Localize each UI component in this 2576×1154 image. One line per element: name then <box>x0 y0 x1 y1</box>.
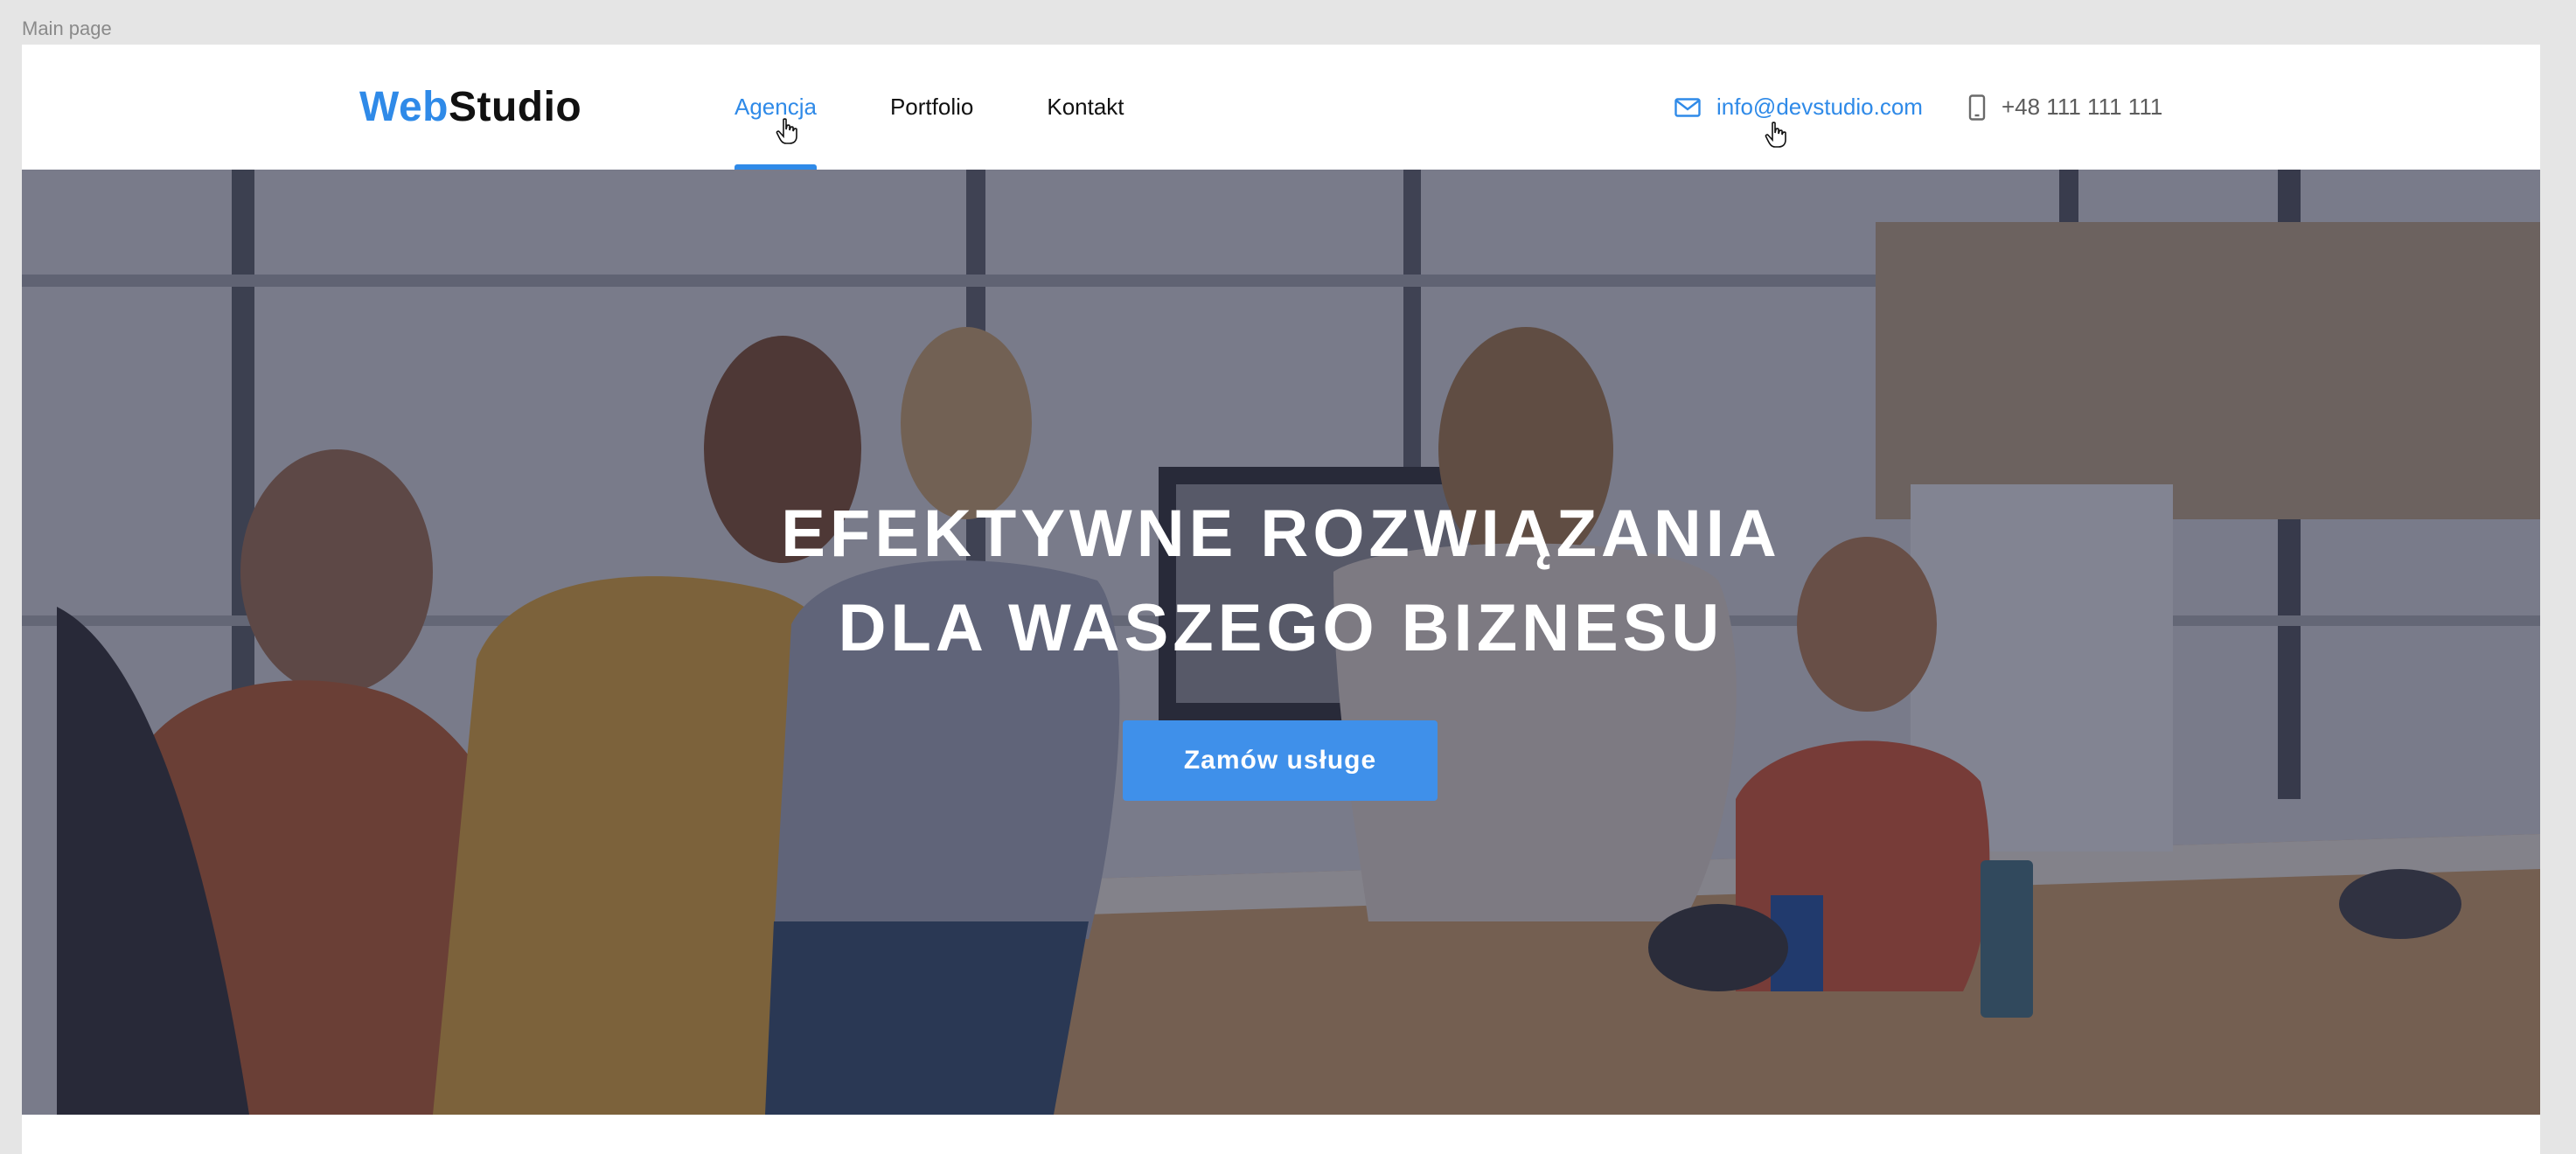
email-text: info@devstudio.com <box>1716 94 1923 120</box>
logo[interactable]: WebStudio <box>359 83 581 132</box>
phone-text: +48 111 111 111 <box>2001 94 2163 120</box>
frame-label: Main page <box>22 17 112 39</box>
hero-title-line1: EFEKTYWNE ROZWIĄZANIA <box>781 497 1781 571</box>
site-header: WebStudio Agencja Portfolio Kontakt info… <box>22 45 2540 170</box>
phone-link[interactable]: +48 111 111 111 <box>1968 94 2162 121</box>
hero-section: EFEKTYWNE ROZWIĄZANIA DLA WASZEGO BIZNES… <box>22 170 2540 1115</box>
logo-part-web: Web <box>359 84 449 130</box>
main-nav: Agencja Portfolio Kontakt <box>735 45 1198 170</box>
smartphone-icon <box>1968 94 1986 121</box>
hand-cursor-icon <box>776 118 797 144</box>
hero-title: EFEKTYWNE ROZWIĄZANIA DLA WASZEGO BIZNES… <box>22 487 2540 676</box>
nav-item-portfolio[interactable]: Portfolio <box>890 45 973 170</box>
header-contacts: info@devstudio.com +48 111 111 111 <box>1674 45 2162 170</box>
email-link[interactable]: info@devstudio.com <box>1674 94 1923 121</box>
logo-part-studio: Studio <box>448 84 582 130</box>
hand-cursor-icon <box>1765 122 1786 148</box>
main-page: WebStudio Agencja Portfolio Kontakt info… <box>22 45 2540 1154</box>
nav-item-kontakt[interactable]: Kontakt <box>1047 45 1124 170</box>
order-service-button[interactable]: Zamów usługe <box>1123 720 1438 801</box>
hero-title-line2: DLA WASZEGO BIZNESU <box>838 591 1724 665</box>
mail-icon <box>1674 97 1701 117</box>
nav-item-agencja[interactable]: Agencja <box>735 45 817 170</box>
